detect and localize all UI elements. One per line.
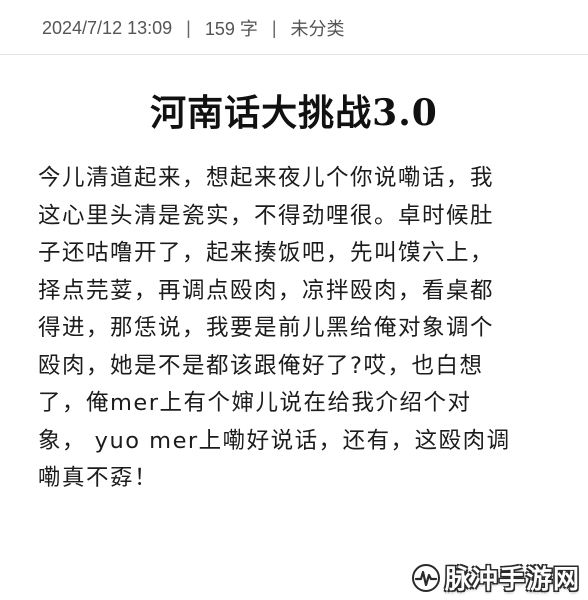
body-line: 嘞真不孬！ [38,465,159,491]
article-body: 今儿清道起来，想起来夜儿个你说嘞话，我 这心里头清是瓷实，不得劲哩很。卓时候肚 … [38,160,550,498]
body-line: 子还咕噜开了，起来揍饭吧，先叫馍六上， [38,240,495,266]
body-line: 殴肉，她是不是都该跟俺好了?哎，也白想 [38,352,484,379]
meta-separator: | [186,17,191,38]
body-line: 择点芫荽，再调点殴肉，凉拌殴肉，看桌都 [38,277,495,304]
word-count: 159 字 [204,19,258,39]
wave-logo-icon [411,563,440,592]
body-line: 这心里头清是瓷实，不得劲哩很。卓时候肚 [38,202,495,229]
article-meta: 2024/7/12 13:09 | 159 字 | 未分类 [42,14,345,42]
body-line: 象， yuo mer上嘞好说话，还有，这殴肉调 [38,427,511,454]
body-line: 了，俺mer上有个婶儿说在给我介绍个对 [38,390,472,416]
body-line: 得进，那恁说，我要是前儿黑给俺对象调个 [38,315,495,341]
article-title: 河南话大挑战3.0 [150,92,438,134]
post-date: 2024/7/12 13:09 [42,17,173,38]
meta-separator: | [271,17,277,38]
body-line: 今儿清道起来，想起来夜儿个你说嘞话，我 [38,165,495,191]
header-divider [0,54,588,55]
category-link[interactable]: 未分类 [291,15,345,41]
site-watermark: 脉冲手游网 [411,559,580,596]
watermark-text: 脉冲手游网 [444,565,580,595]
